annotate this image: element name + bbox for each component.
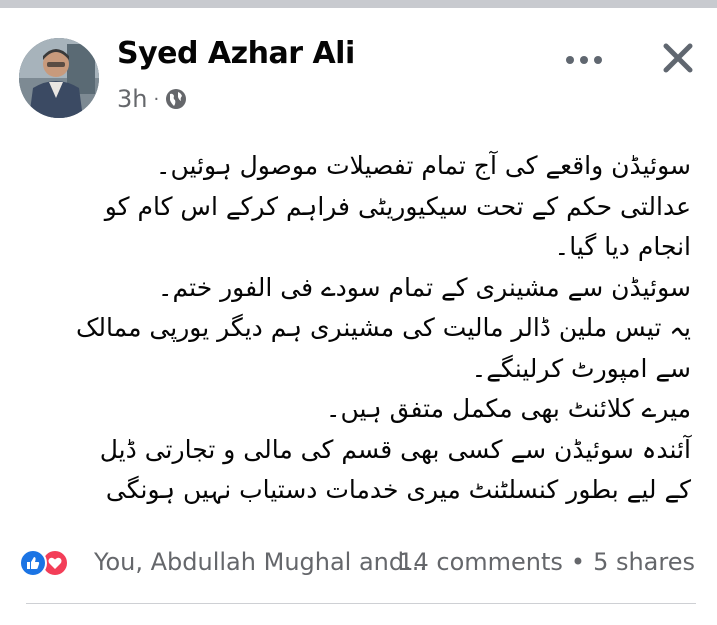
post-header: Syed Azhar Ali 3h · <box>0 8 717 118</box>
like-icon <box>19 549 47 577</box>
post-text-line: انجام دیا گیا۔ <box>554 232 691 261</box>
post-text-line: سوئیڈن واقعے کی آج تمام تفصیلات موصول ہو… <box>155 151 691 180</box>
globe-icon <box>165 88 187 110</box>
post-text-line: آئندہ سوئیڈن سے کسی بھی قسم کی مالی و تج… <box>99 434 691 464</box>
reactors-summary[interactable]: You, Abdullah Mughal and... <box>94 548 427 576</box>
post-time[interactable]: 3h <box>117 85 147 113</box>
close-button[interactable] <box>658 38 698 78</box>
post-text-line: سوئیڈن سے مشینری کے تمام سودے فی الفور خ… <box>157 272 691 302</box>
top-separator-strip <box>0 0 717 8</box>
post-text-line: کے لیے بطور کنسلٹنٹ میری خدمات دستیاب نہ… <box>105 475 691 504</box>
post-text-line: عدالتی حکم کے تحت سیکیوریٹی فراہم کرکے ا… <box>104 191 691 221</box>
close-icon <box>663 43 693 73</box>
post-text-line: یہ تیس ملین ڈالر مالیت کی مشینری ہم دیگر… <box>76 313 691 342</box>
reaction-icons[interactable] <box>19 549 69 577</box>
footer-divider <box>26 603 696 604</box>
meta-separator: · <box>153 88 160 110</box>
stats-separator: • <box>570 548 586 576</box>
author-avatar[interactable] <box>19 38 99 118</box>
comments-count[interactable]: 14 comments <box>398 548 563 576</box>
more-options-button[interactable] <box>562 46 606 74</box>
post-stats: 14 comments • 5 shares <box>398 548 695 576</box>
post-text-line: سے امپورٹ کرلینگے۔ <box>471 353 691 383</box>
more-options-icon <box>566 56 602 64</box>
post-text-line: میرے کلائنٹ بھی مکمل متفق ہیں۔ <box>325 394 691 423</box>
post-text: سوئیڈن واقعے کی آج تمام تفصیلات موصول ہو… <box>21 146 691 511</box>
post-meta: 3h · <box>117 84 187 114</box>
shares-count[interactable]: 5 shares <box>593 548 695 576</box>
post-card: Syed Azhar Ali 3h · سوئیڈن واقعے کی آج ت… <box>0 8 717 625</box>
author-name[interactable]: Syed Azhar Ali <box>117 36 355 71</box>
post-footer: You, Abdullah Mughal and... 14 comments … <box>0 538 717 588</box>
